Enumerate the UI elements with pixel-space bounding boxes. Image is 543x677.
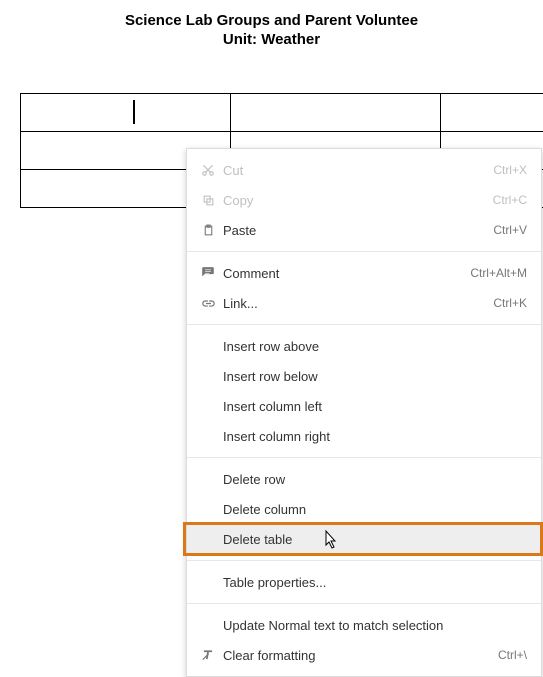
menu-label: Insert column right: [197, 429, 527, 444]
table-row[interactable]: [21, 94, 543, 132]
doc-title-line1: Science Lab Groups and Parent Voluntee: [0, 0, 543, 31]
table-cell[interactable]: [441, 94, 543, 132]
text-caret: [133, 100, 135, 124]
menu-label: Clear formatting: [219, 648, 498, 663]
paste-icon: [197, 224, 219, 237]
menu-item-copy: Copy Ctrl+C: [187, 185, 541, 215]
menu-shortcut: Ctrl+Alt+M: [470, 266, 527, 280]
menu-item-insert-row-above[interactable]: Insert row above: [187, 331, 541, 361]
menu-label: Insert column left: [197, 399, 527, 414]
link-icon: [197, 296, 219, 311]
menu-item-insert-column-right[interactable]: Insert column right: [187, 421, 541, 451]
menu-shortcut: Ctrl+X: [493, 163, 527, 177]
menu-label: Delete table: [197, 532, 527, 547]
menu-item-update-normal[interactable]: Update Normal text to match selection: [187, 610, 541, 640]
menu-label: Delete column: [197, 502, 527, 517]
menu-label: Cut: [219, 163, 493, 178]
menu-shortcut: Ctrl+\: [498, 648, 527, 662]
clear-formatting-icon: [197, 648, 219, 662]
menu-item-delete-row[interactable]: Delete row: [187, 464, 541, 494]
menu-label: Paste: [219, 223, 493, 238]
menu-separator: [187, 457, 541, 458]
menu-label: Insert row below: [197, 369, 527, 384]
menu-item-insert-column-left[interactable]: Insert column left: [187, 391, 541, 421]
menu-shortcut: Ctrl+K: [493, 296, 527, 310]
comment-icon: [197, 266, 219, 280]
table-cell[interactable]: [21, 94, 231, 132]
copy-icon: [197, 194, 219, 207]
menu-item-clear-formatting[interactable]: Clear formatting Ctrl+\: [187, 640, 541, 670]
context-menu: Cut Ctrl+X Copy Ctrl+C Paste Ctrl+V Comm…: [186, 148, 542, 677]
menu-item-link[interactable]: Link... Ctrl+K: [187, 288, 541, 318]
table-cell[interactable]: [231, 94, 441, 132]
menu-item-delete-column[interactable]: Delete column: [187, 494, 541, 524]
menu-item-table-properties[interactable]: Table properties...: [187, 567, 541, 597]
menu-item-paste[interactable]: Paste Ctrl+V: [187, 215, 541, 245]
menu-item-cut: Cut Ctrl+X: [187, 155, 541, 185]
menu-shortcut: Ctrl+V: [493, 223, 527, 237]
menu-label: Copy: [219, 193, 493, 208]
menu-item-delete-table[interactable]: Delete table: [187, 524, 541, 554]
menu-label: Comment: [219, 266, 470, 281]
menu-label: Table properties...: [197, 575, 527, 590]
doc-title-line2: Unit: Weather: [0, 31, 543, 48]
menu-separator: [187, 603, 541, 604]
menu-item-comment[interactable]: Comment Ctrl+Alt+M: [187, 258, 541, 288]
menu-label: Update Normal text to match selection: [197, 618, 527, 633]
menu-label: Delete row: [197, 472, 527, 487]
menu-separator: [187, 560, 541, 561]
menu-separator: [187, 324, 541, 325]
cut-icon: [197, 163, 219, 177]
menu-shortcut: Ctrl+C: [493, 193, 527, 207]
menu-label: Link...: [219, 296, 493, 311]
menu-label: Insert row above: [197, 339, 527, 354]
menu-item-insert-row-below[interactable]: Insert row below: [187, 361, 541, 391]
menu-separator: [187, 251, 541, 252]
